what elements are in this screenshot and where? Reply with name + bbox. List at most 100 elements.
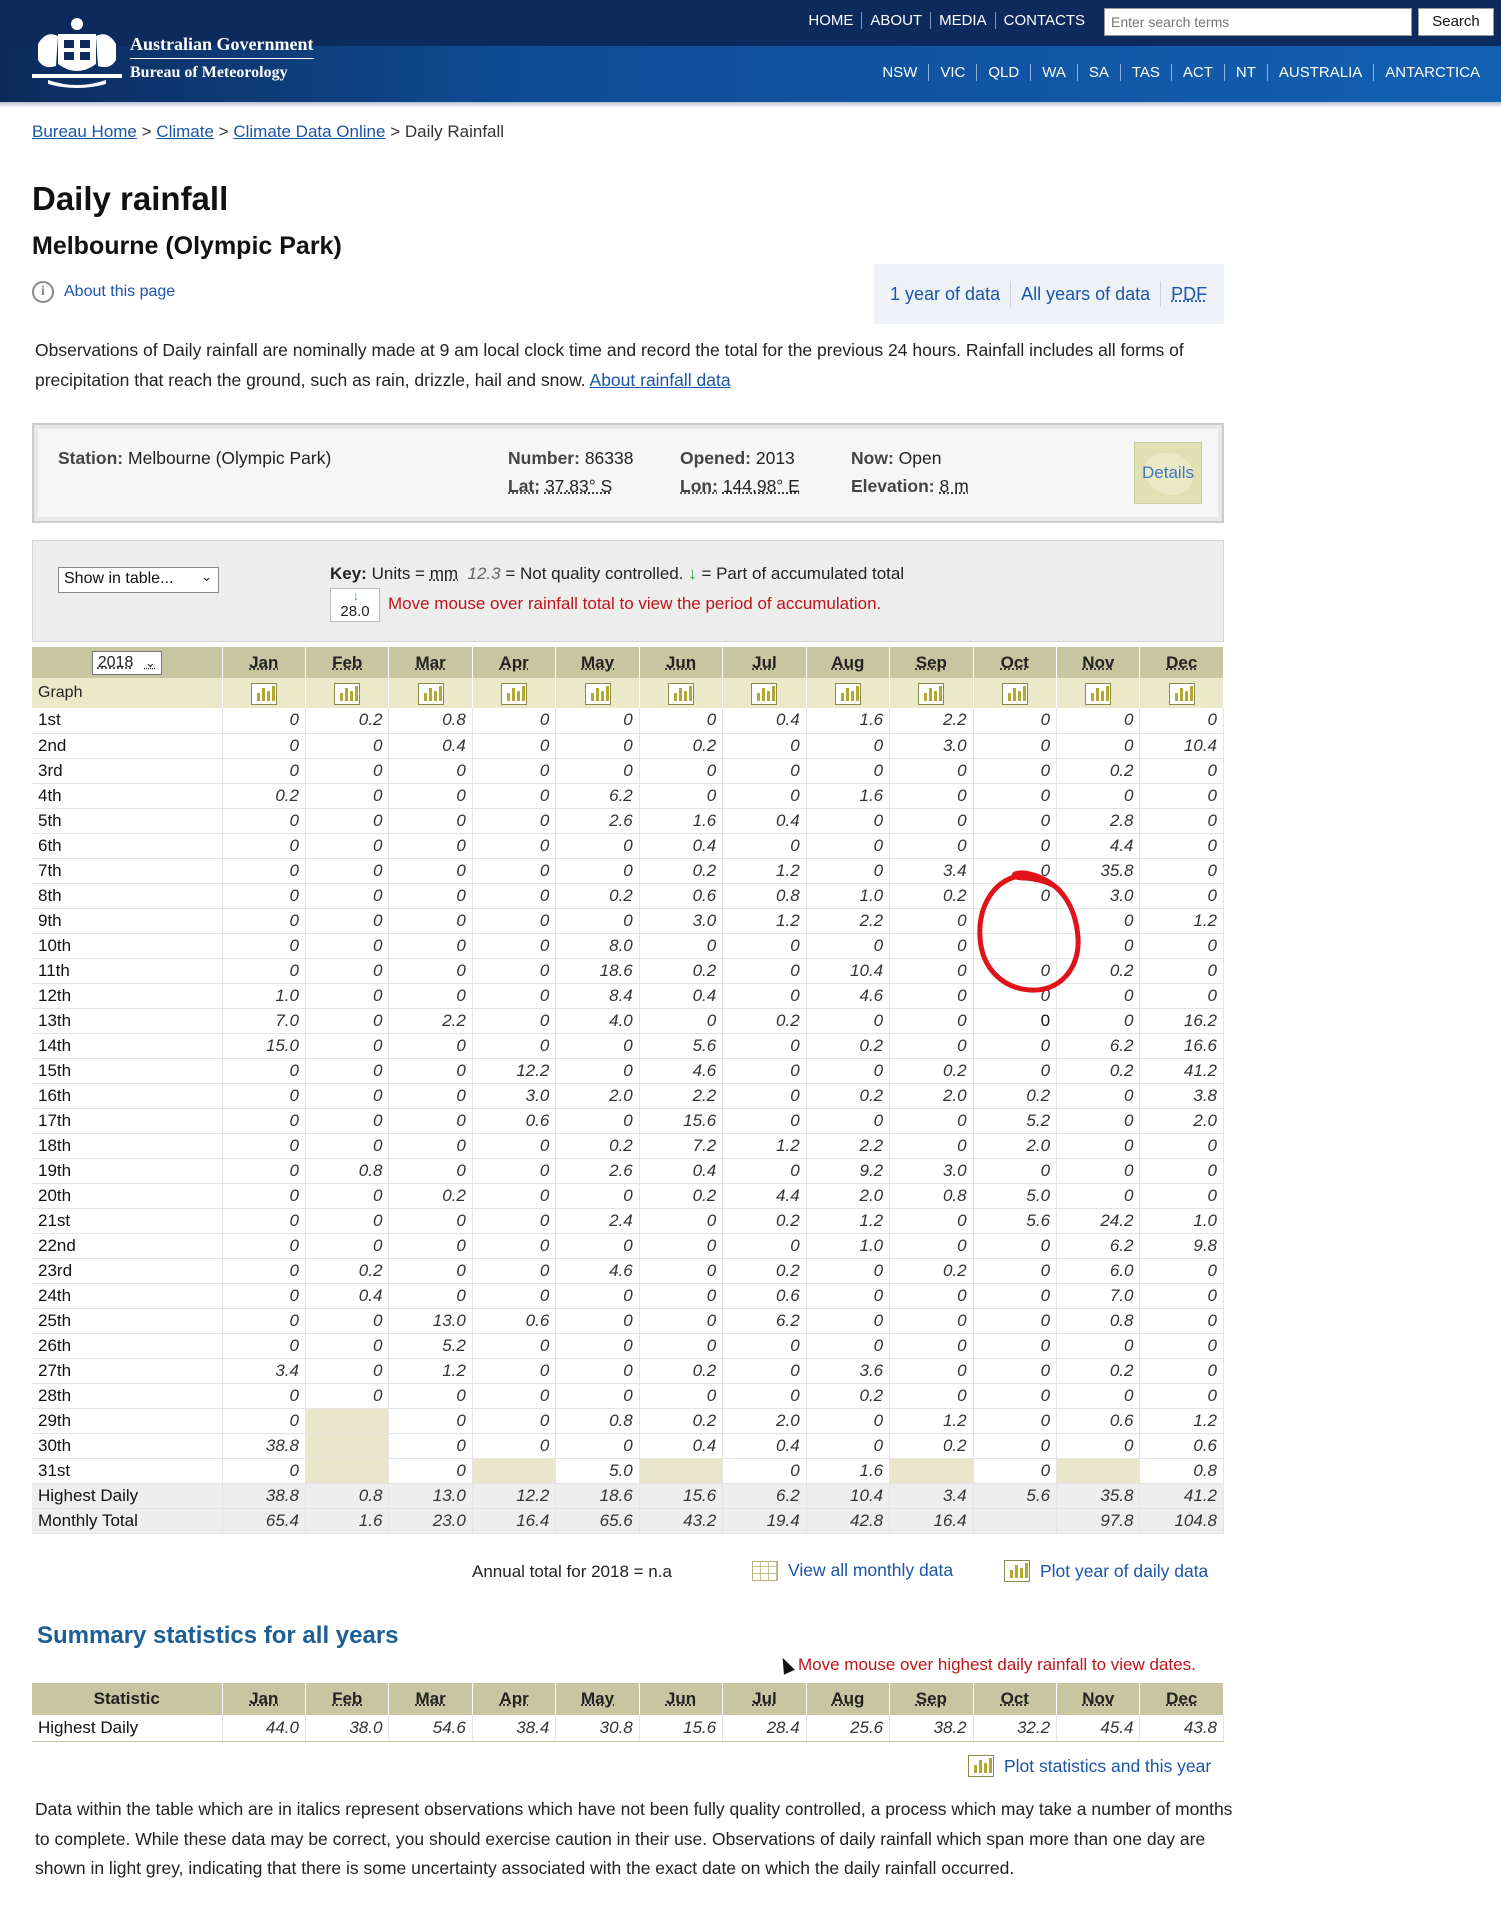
rainfall-cell[interactable]: 0	[222, 858, 306, 884]
rainfall-cell[interactable]: 0	[1139, 1333, 1224, 1359]
rainfall-cell[interactable]: 0.8	[1139, 1458, 1224, 1484]
rainfall-cell[interactable]: 0.2	[722, 1008, 807, 1034]
nav-vic[interactable]: VIC	[928, 64, 976, 81]
rainfall-cell[interactable]: 0	[973, 1408, 1058, 1434]
rainfall-cell[interactable]: 0	[973, 1383, 1058, 1409]
rainfall-cell[interactable]: 0	[889, 808, 974, 834]
rainfall-cell[interactable]: 0	[806, 1308, 891, 1334]
rainfall-cell[interactable]: 0	[639, 1008, 724, 1034]
rainfall-cell[interactable]: 0	[639, 758, 724, 784]
rainfall-cell[interactable]: 0	[305, 733, 390, 759]
rainfall-cell[interactable]: 0	[388, 1458, 473, 1484]
rainfall-cell[interactable]: 0.2	[639, 1183, 724, 1209]
rainfall-cell[interactable]: 0	[1056, 1183, 1141, 1209]
rainfall-cell[interactable]: 0	[472, 1433, 557, 1459]
rainfall-cell[interactable]: 10.4	[806, 958, 891, 984]
rainfall-cell[interactable]: 0	[722, 1108, 807, 1134]
nav-nt[interactable]: NT	[1223, 64, 1267, 81]
rainfall-cell[interactable]: 0	[806, 1008, 891, 1034]
rainfall-cell[interactable]: 0	[1056, 1433, 1141, 1459]
rainfall-cell[interactable]: 0	[722, 1458, 807, 1484]
rainfall-cell[interactable]: 2.6	[555, 808, 640, 834]
rainfall-cell[interactable]: 6.2	[1056, 1233, 1141, 1259]
rainfall-cell[interactable]: 0	[806, 758, 891, 784]
rainfall-cell[interactable]: 10.4	[1139, 733, 1224, 759]
rainfall-cell[interactable]: 1.2	[889, 1408, 974, 1434]
breadcrumb-cdo-link[interactable]: Climate Data Online	[233, 122, 385, 141]
rainfall-cell[interactable]: 8.0	[555, 933, 640, 959]
rainfall-cell[interactable]: 0.6	[722, 1283, 807, 1309]
rainfall-cell[interactable]: 0	[1056, 908, 1141, 934]
rainfall-cell[interactable]: 0	[388, 1433, 473, 1459]
rainfall-cell[interactable]: 0	[222, 1408, 306, 1434]
rainfall-cell[interactable]: 0	[472, 1033, 557, 1059]
rainfall-cell[interactable]: 0	[555, 1308, 640, 1334]
rainfall-cell[interactable]: 0	[889, 1033, 974, 1059]
rainfall-cell[interactable]: 0	[722, 1333, 807, 1359]
rainfall-cell[interactable]: 3.4	[889, 858, 974, 884]
rainfall-cell[interactable]: 0	[222, 1058, 306, 1084]
rainfall-cell[interactable]: 0	[973, 708, 1058, 734]
rainfall-cell[interactable]: 0	[722, 783, 807, 809]
rainfall-cell[interactable]: 0	[472, 1408, 557, 1434]
breadcrumb-home-link[interactable]: Bureau Home	[32, 122, 137, 141]
all-years-link[interactable]: All years of data	[1021, 284, 1150, 305]
summary-cell[interactable]: 0.8	[305, 1483, 390, 1509]
rainfall-cell[interactable]: 0	[555, 1333, 640, 1359]
rainfall-cell[interactable]: 0.8	[388, 708, 473, 734]
rainfall-cell[interactable]: 0	[472, 1383, 557, 1409]
month-header-jan[interactable]: Jan	[222, 647, 306, 678]
rainfall-cell[interactable]: 0	[1139, 983, 1224, 1009]
rainfall-cell[interactable]: 0	[889, 1133, 974, 1159]
nav-antarctica[interactable]: ANTARCTICA	[1373, 64, 1491, 81]
rainfall-cell[interactable]: 5.6	[973, 1208, 1058, 1234]
rainfall-cell[interactable]: 24.2	[1056, 1208, 1141, 1234]
stats-cell[interactable]: 38.4	[472, 1715, 557, 1742]
rainfall-cell[interactable]: 6.2	[1056, 1033, 1141, 1059]
rainfall-cell[interactable]	[973, 908, 1058, 934]
rainfall-cell[interactable]: 0	[889, 983, 974, 1009]
rainfall-cell[interactable]: 0	[472, 833, 557, 859]
month-header-oct[interactable]: Oct	[973, 647, 1058, 678]
rainfall-cell[interactable]: 0	[722, 1358, 807, 1384]
rainfall-cell[interactable]: 2.2	[806, 1133, 891, 1159]
rainfall-cell[interactable]: 0.2	[555, 1133, 640, 1159]
bar-chart-icon[interactable]	[1001, 682, 1028, 705]
rainfall-cell[interactable]: 0	[555, 708, 640, 734]
month-header-aug[interactable]: Aug	[806, 647, 891, 678]
month-header-may[interactable]: May	[555, 647, 640, 678]
month-header-nov[interactable]: Nov	[1056, 647, 1141, 678]
rainfall-cell[interactable]: 0.2	[722, 1208, 807, 1234]
rainfall-cell[interactable]: 0	[1139, 808, 1224, 834]
rainfall-cell[interactable]: 0	[555, 1283, 640, 1309]
rainfall-cell[interactable]: 0	[639, 1283, 724, 1309]
rainfall-cell[interactable]: 0	[973, 1358, 1058, 1384]
rainfall-cell[interactable]: 0	[1139, 883, 1224, 909]
summary-cell[interactable]: 6.2	[722, 1483, 807, 1509]
rainfall-cell[interactable]: 0	[222, 1133, 306, 1159]
rainfall-cell[interactable]: 1.2	[722, 1133, 807, 1159]
rainfall-cell[interactable]: 0	[305, 858, 390, 884]
rainfall-cell[interactable]: 0	[555, 1383, 640, 1409]
rainfall-cell[interactable]: 0	[973, 883, 1058, 909]
rainfall-cell[interactable]: 0	[639, 1258, 724, 1284]
rainfall-cell[interactable]: 2.0	[973, 1133, 1058, 1159]
rainfall-cell[interactable]: 16.6	[1139, 1033, 1224, 1059]
rainfall-cell[interactable]: 0	[1139, 1383, 1224, 1409]
rainfall-cell[interactable]: 0	[555, 1233, 640, 1259]
bar-chart-icon[interactable]	[417, 682, 444, 705]
rainfall-cell[interactable]: 0	[889, 1333, 974, 1359]
rainfall-cell[interactable]: 0	[388, 1258, 473, 1284]
rainfall-cell[interactable]: 0.2	[639, 1358, 724, 1384]
nav-nsw[interactable]: NSW	[871, 64, 928, 81]
rainfall-cell[interactable]: 0	[973, 1233, 1058, 1259]
rainfall-cell[interactable]: 2.2	[889, 708, 974, 734]
gov-title[interactable]: Australian Government	[130, 34, 314, 59]
rainfall-cell[interactable]: 1.2	[722, 908, 807, 934]
rainfall-cell[interactable]: 1.2	[388, 1358, 473, 1384]
stats-cell[interactable]: 38.2	[889, 1715, 974, 1742]
rainfall-cell[interactable]: 0	[555, 1108, 640, 1134]
nav-act[interactable]: ACT	[1170, 64, 1224, 81]
rainfall-cell[interactable]: 0	[305, 1358, 390, 1384]
rainfall-cell[interactable]: 0.6	[1139, 1433, 1224, 1459]
